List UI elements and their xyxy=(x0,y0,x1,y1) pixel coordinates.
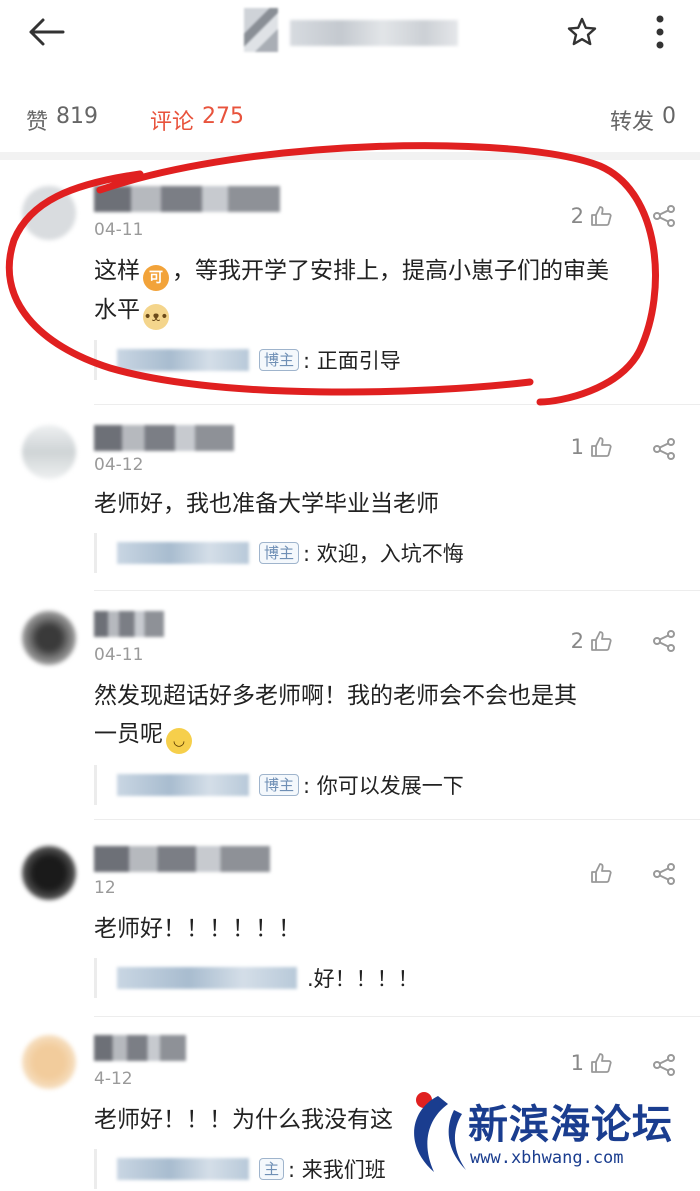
site-logo-icon xyxy=(414,1092,466,1172)
avatar[interactable] xyxy=(22,846,76,900)
tab-likes-label: 赞 xyxy=(26,110,49,135)
blogger-badge: 博主 xyxy=(259,349,300,371)
comment-text-part: 这样 xyxy=(94,258,140,284)
like-count: 1 xyxy=(570,435,584,459)
blurred-reply-username xyxy=(117,774,249,796)
reply-text: : 你可以发展一下 xyxy=(303,774,464,798)
laughing-emoji-icon: ◡ xyxy=(166,728,192,754)
share-icon xyxy=(653,1054,675,1076)
blurred-title-name xyxy=(290,20,458,46)
comment-text: 这样可，等我开学了安排上，提高小崽子们的审美 水平 •ᴥ• xyxy=(94,252,674,330)
share-icon xyxy=(653,630,675,652)
tab-comments[interactable]: 评论 275 xyxy=(150,104,244,136)
blurred-reply-username xyxy=(117,967,297,989)
share-icon xyxy=(653,863,675,885)
comment-item: 04-12 1 老师好，我也准备大学毕业当老师 博主 : 欢迎，入坑不悔 xyxy=(0,405,700,590)
share-button[interactable] xyxy=(650,435,678,463)
blurred-reply-username xyxy=(117,1158,249,1180)
tab-reposts-label: 转发 xyxy=(609,110,654,135)
watermark-site-name: 新滨海论坛 xyxy=(468,1102,673,1148)
site-watermark: 新滨海论坛 www.xbhwang.com xyxy=(404,1086,700,1191)
section-divider xyxy=(0,152,700,160)
avatar[interactable] xyxy=(22,425,76,479)
reply-text: : 正面引导 xyxy=(303,349,401,373)
blurred-username[interactable] xyxy=(94,1035,186,1061)
comment-date: 04-12 xyxy=(94,455,144,475)
blogger-badge: 博主 xyxy=(259,542,300,564)
thumbs-up-icon xyxy=(591,863,612,883)
star-icon xyxy=(567,17,597,46)
share-button[interactable] xyxy=(650,202,678,230)
avatar[interactable] xyxy=(22,1035,76,1089)
thumbs-up-icon xyxy=(591,631,612,651)
comment-text-part: ，等我开学了安排上，提高小崽子们的审美 xyxy=(172,258,609,284)
blurred-username[interactable] xyxy=(94,425,234,451)
blurred-username[interactable] xyxy=(94,846,270,872)
comment-text: 然发现超话好多老师啊！我的老师会不会也是其 一员呢 ◡ xyxy=(94,677,674,754)
tab-reposts-count: 0 xyxy=(662,104,676,129)
top-bar xyxy=(0,0,700,80)
tab-likes[interactable]: 赞 819 xyxy=(26,104,98,136)
share-button[interactable] xyxy=(650,627,678,655)
back-icon xyxy=(29,18,65,46)
reply-text: .好！！！！ xyxy=(307,967,419,991)
like-button[interactable]: 1 xyxy=(571,1051,612,1075)
ke-emoji-icon: 可 xyxy=(143,265,169,291)
share-button[interactable] xyxy=(650,1051,678,1079)
like-count: 1 xyxy=(570,1051,584,1075)
blogger-badge: 博主 xyxy=(259,774,300,796)
blurred-username[interactable] xyxy=(94,611,164,637)
more-vertical-icon xyxy=(656,15,664,49)
blogger-badge: 主 xyxy=(259,1158,285,1180)
thumbs-up-icon xyxy=(591,1053,612,1073)
comment-text-part: 水平 xyxy=(94,297,140,323)
thumbs-up-icon xyxy=(591,437,612,457)
blurred-reply-username xyxy=(117,349,249,371)
thumbs-up-icon xyxy=(591,206,612,226)
comment-date: 04-11 xyxy=(94,645,144,665)
doge-emoji-icon: •ᴥ• xyxy=(143,304,169,330)
watermark-site-url: www.xbhwang.com xyxy=(470,1148,624,1168)
back-button[interactable] xyxy=(22,12,70,52)
comment-item: 04-11 2 然发现超话好多老师啊！我的老师会不会也是其 一员呢 ◡ 博主 : … xyxy=(0,591,700,819)
tab-comments-label: 评论 xyxy=(150,110,195,135)
comment-item: 04-11 2 这样可，等我开学了安排上，提高小崽子们的审美 水平 •ᴥ• 博主 … xyxy=(0,160,700,400)
share-button[interactable] xyxy=(650,860,678,888)
comment-text: 老师好，我也准备大学毕业当老师 xyxy=(94,491,439,517)
like-count: 2 xyxy=(570,204,584,228)
comment-text: 老师好！！！！！！ xyxy=(94,916,301,942)
comment-text-part: 然发现超话好多老师啊！我的老师会不会也是其 xyxy=(94,683,577,709)
share-icon xyxy=(653,205,675,227)
blurred-title-avatar xyxy=(244,8,278,52)
blogger-reply[interactable]: 博主 : 你可以发展一下 xyxy=(94,765,674,805)
comment-text-part: 一员呢 xyxy=(94,721,163,747)
comment-date: 12 xyxy=(94,878,116,898)
blogger-reply[interactable]: 博主 : 欢迎，入坑不悔 xyxy=(94,533,674,573)
share-icon xyxy=(653,438,675,460)
reply-text: : 来我们班 xyxy=(288,1158,386,1182)
blogger-reply[interactable]: 博主 : 正面引导 xyxy=(94,340,674,380)
blurred-reply-username xyxy=(117,542,249,564)
favorite-button[interactable] xyxy=(562,12,602,52)
avatar[interactable] xyxy=(22,611,76,665)
reply-text: : 欢迎，入坑不悔 xyxy=(303,542,464,566)
like-count: 2 xyxy=(570,629,584,653)
avatar[interactable] xyxy=(22,186,76,240)
like-button[interactable]: 2 xyxy=(571,629,612,653)
tab-comments-count: 275 xyxy=(202,104,245,129)
like-button[interactable]: 2 xyxy=(571,204,612,228)
blogger-reply[interactable]: .好！！！！ xyxy=(94,958,674,998)
comment-date: 4-12 xyxy=(94,1069,133,1089)
comment-item: 12 老师好！！！！！！ .好！！！！ xyxy=(0,820,700,1015)
comment-date: 04-11 xyxy=(94,220,144,240)
tab-reposts[interactable]: 转发 0 xyxy=(610,104,676,136)
tab-likes-count: 819 xyxy=(56,104,99,129)
more-button[interactable] xyxy=(640,10,680,54)
stats-tabs: 赞 819 评论 275 转发 0 xyxy=(0,92,700,148)
blurred-username[interactable] xyxy=(94,186,280,212)
like-button[interactable] xyxy=(584,862,612,884)
like-button[interactable]: 1 xyxy=(571,435,612,459)
